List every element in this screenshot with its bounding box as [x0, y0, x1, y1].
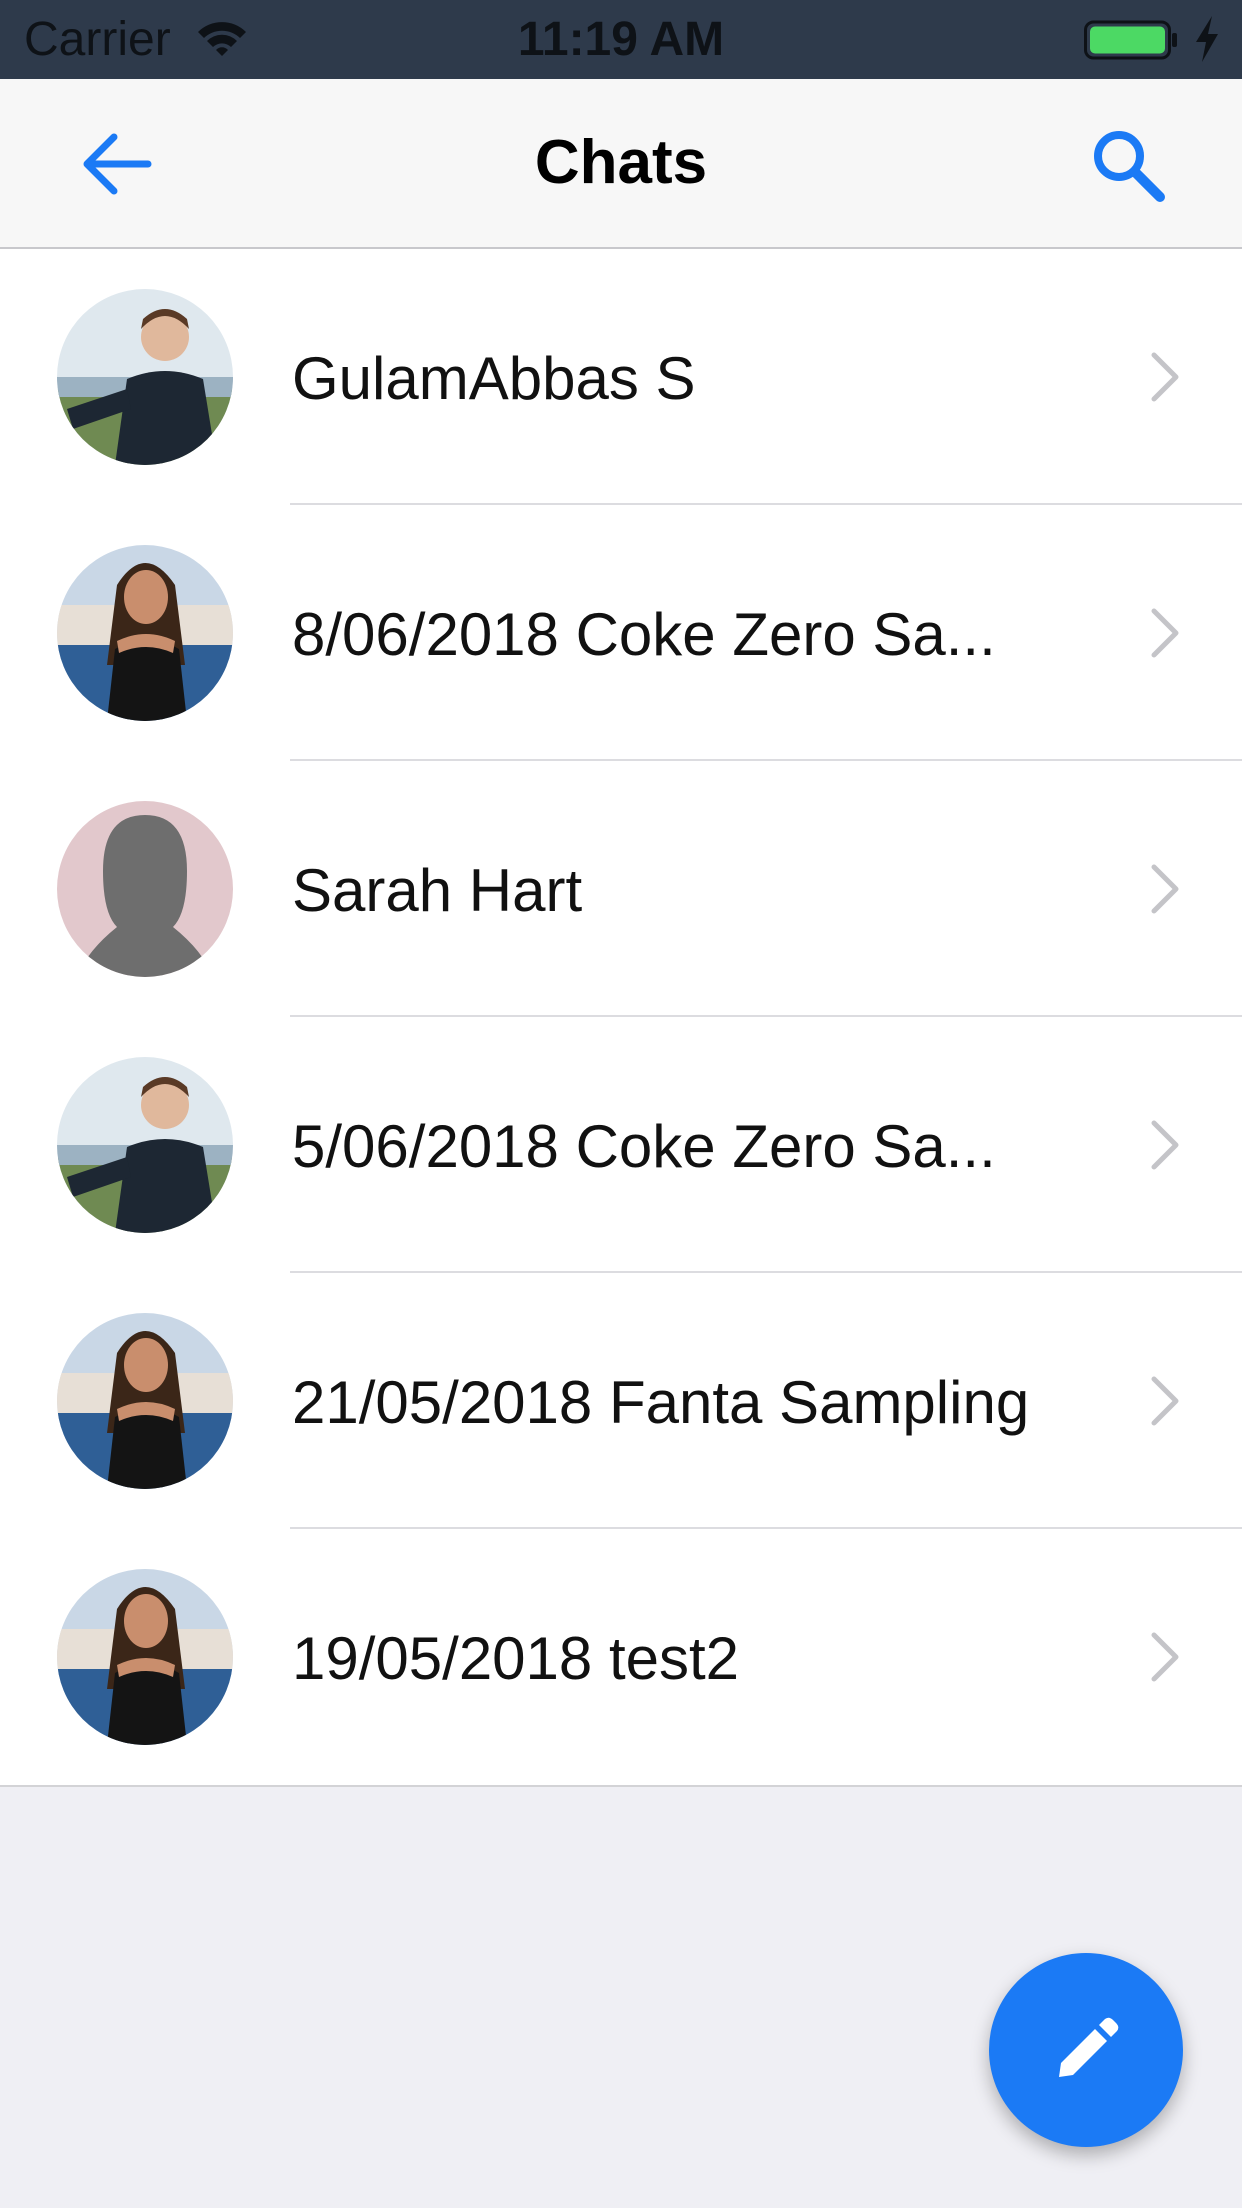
avatar	[57, 289, 233, 465]
chevron-right-icon	[1151, 1376, 1179, 1426]
chat-row[interactable]: 19/05/2018 test2	[0, 1529, 1242, 1785]
chevron-right-icon	[1151, 352, 1179, 402]
search-icon[interactable]	[1090, 127, 1166, 203]
status-time: 11:19 AM	[517, 13, 725, 66]
avatar	[57, 1057, 233, 1233]
chevron-right-icon	[1151, 1632, 1179, 1682]
page-title: Chats	[534, 128, 708, 197]
chat-title: 21/05/2018 Fanta Sampling	[292, 1369, 1030, 1436]
chat-title: 5/06/2018 Coke Zero Sa...	[292, 1113, 996, 1180]
chat-row[interactable]: Sarah Hart	[0, 761, 1242, 1017]
avatar	[57, 545, 233, 721]
avatar	[57, 1313, 233, 1489]
chevron-right-icon	[1151, 608, 1179, 658]
chevron-right-icon	[1151, 1120, 1179, 1170]
navigation-bar: Chats	[0, 79, 1242, 249]
chat-title: Sarah Hart	[292, 857, 583, 924]
compose-button[interactable]	[989, 1953, 1183, 2147]
chevron-right-icon	[1151, 864, 1179, 914]
avatar	[57, 1569, 233, 1745]
chat-row[interactable]: 21/05/2018 Fanta Sampling	[0, 1273, 1242, 1529]
chat-title: GulamAbbas S	[292, 345, 696, 412]
status-bar: Carrier 11:19 AM	[0, 0, 1242, 79]
charging-bolt-icon	[1196, 16, 1218, 62]
battery-icon	[1084, 20, 1177, 60]
avatar	[57, 801, 233, 977]
chat-row[interactable]: 8/06/2018 Coke Zero Sa...	[0, 505, 1242, 761]
chat-row[interactable]: 5/06/2018 Coke Zero Sa...	[0, 1017, 1242, 1273]
chat-list: GulamAbbas S 8/06/2018 Coke Zero Sa... S…	[0, 249, 1242, 1787]
pencil-icon	[1059, 2017, 1119, 2077]
chat-row[interactable]: GulamAbbas S	[0, 249, 1242, 505]
chat-title: 8/06/2018 Coke Zero Sa...	[292, 601, 996, 668]
chat-title: 19/05/2018 test2	[292, 1625, 740, 1692]
